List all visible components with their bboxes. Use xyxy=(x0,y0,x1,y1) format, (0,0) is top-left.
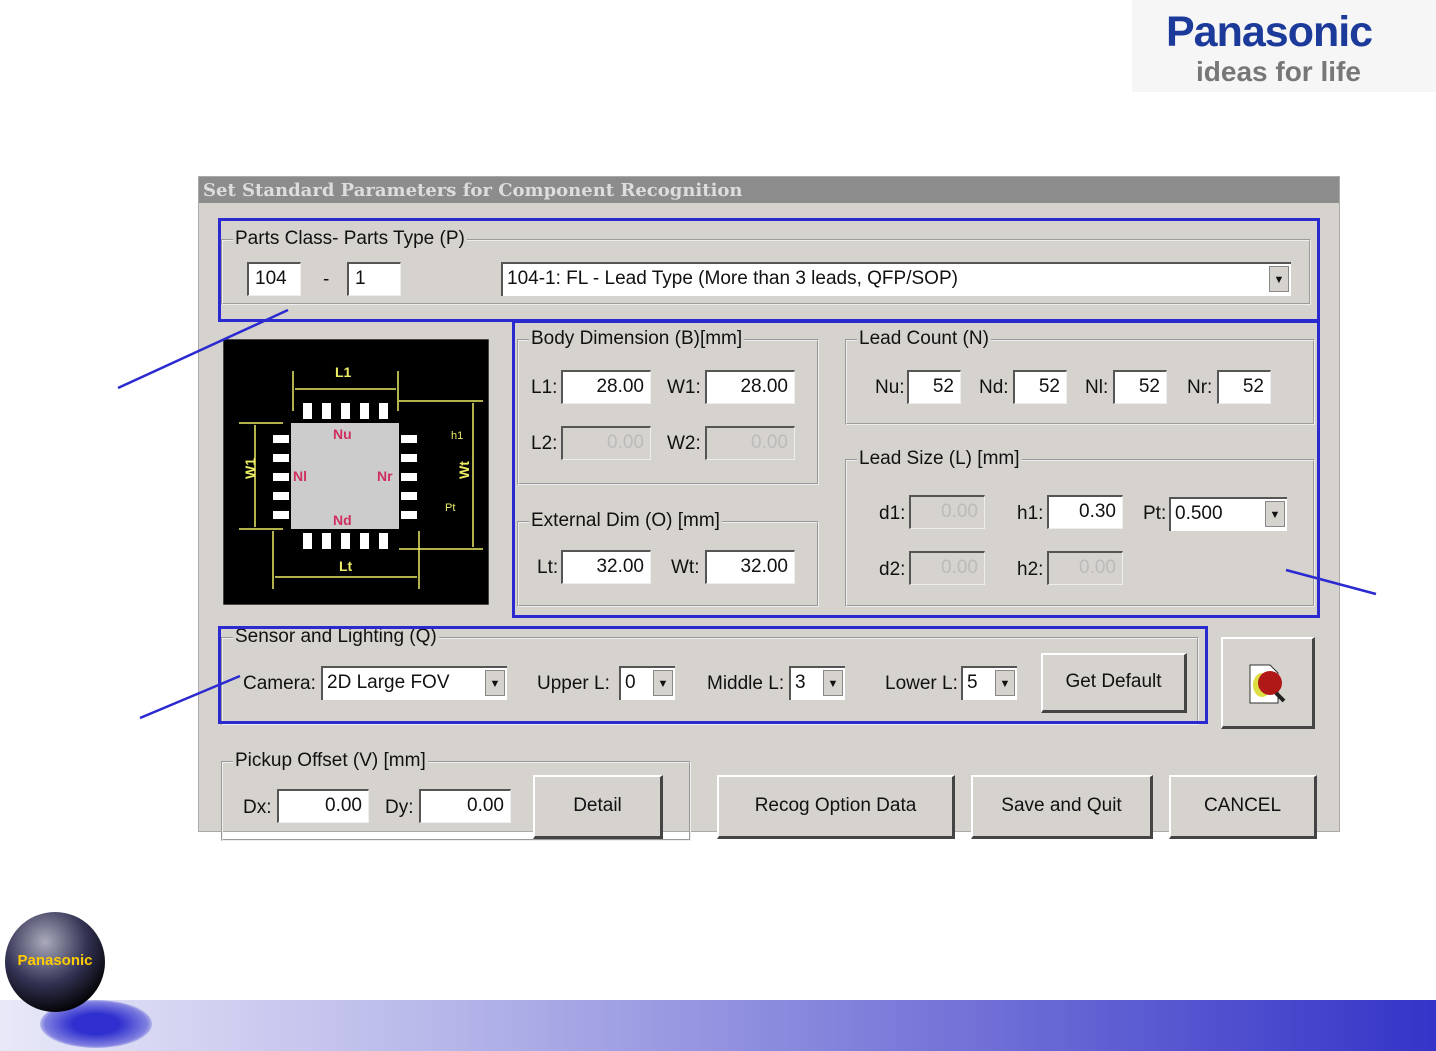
orb-text: Panasonic xyxy=(17,952,93,969)
footer-gradient-bar xyxy=(0,1000,1436,1051)
panasonic-orb-logo: Panasonic xyxy=(5,912,105,1012)
annotation-pointer-lines xyxy=(117,308,1377,720)
